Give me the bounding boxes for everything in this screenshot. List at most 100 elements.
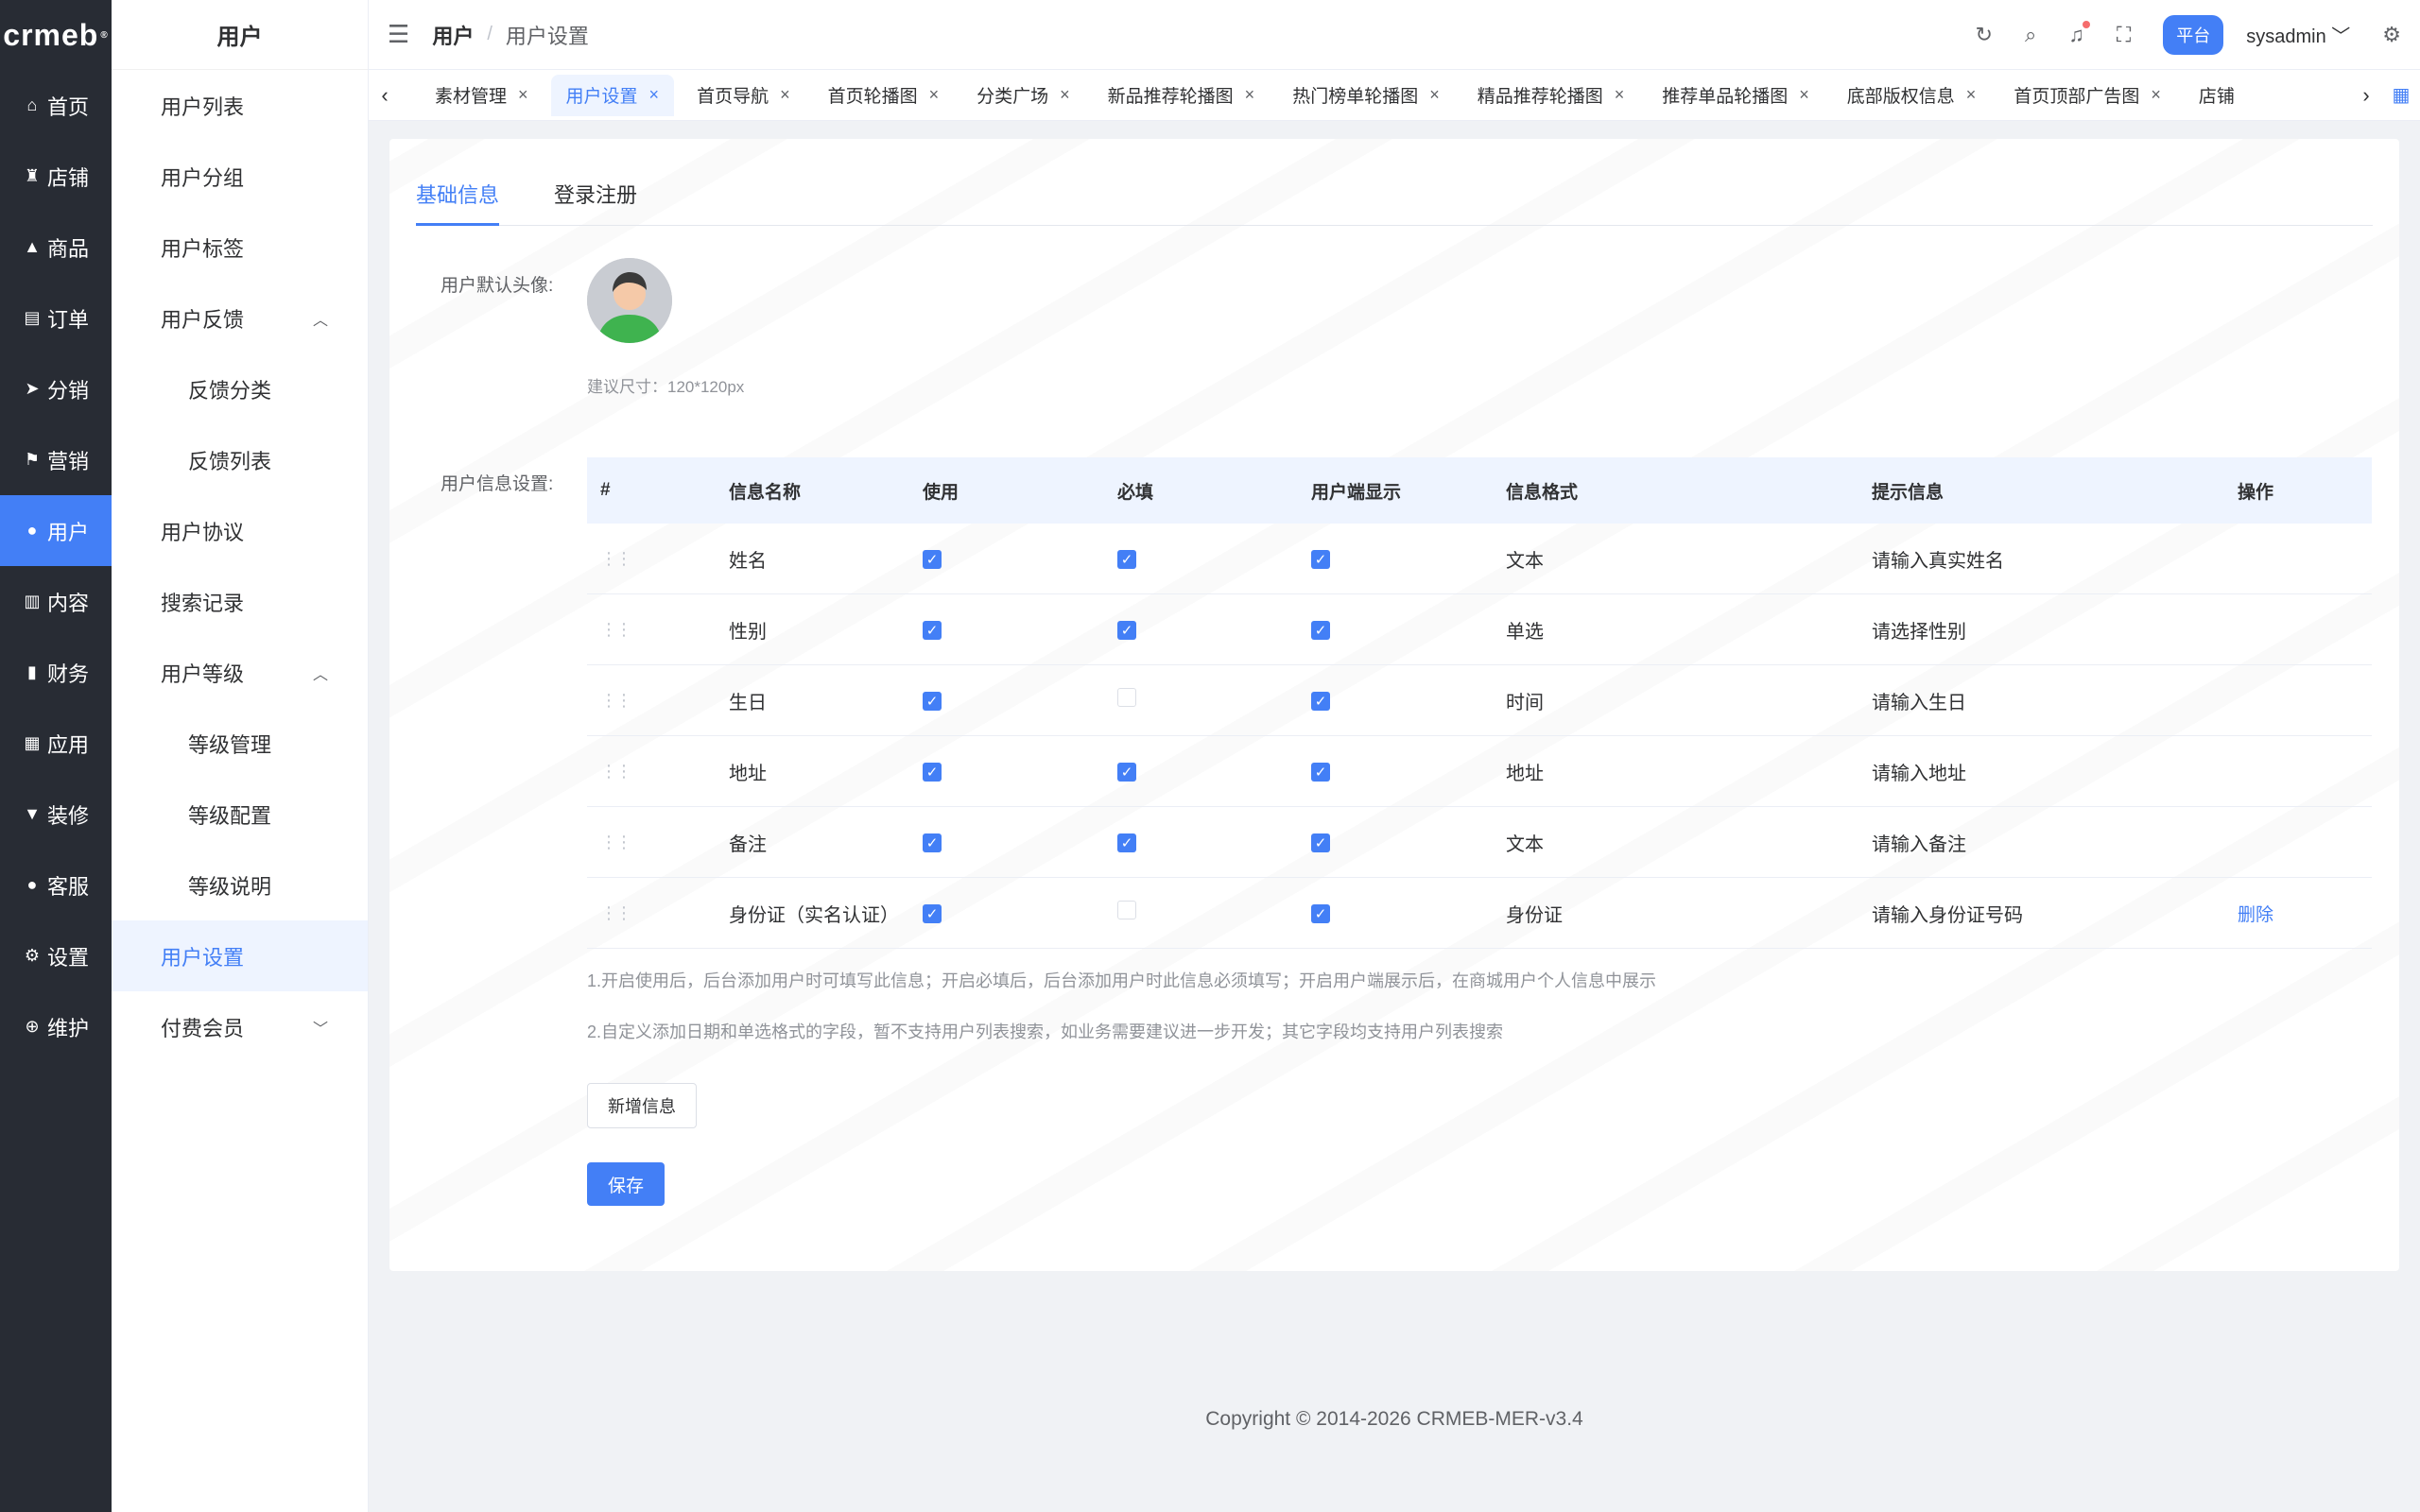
page-tab-11[interactable]: 店铺	[2184, 75, 2250, 116]
rail-item-8[interactable]: ▮ 财务	[0, 637, 112, 708]
close-icon[interactable]: ×	[1429, 85, 1440, 105]
menu-toggle-icon[interactable]: ☰	[388, 20, 409, 49]
rail-item-10[interactable]: ▼ 装修	[0, 779, 112, 850]
required-checkbox[interactable]: ✓	[1117, 620, 1136, 640]
close-icon[interactable]: ×	[1245, 85, 1255, 105]
required-checkbox[interactable]: ✓	[1117, 762, 1136, 782]
rail-item-1[interactable]: ♜ 店铺	[0, 141, 112, 212]
tab-basic-info[interactable]: 基础信息	[416, 179, 500, 226]
show-checkbox[interactable]: ✓	[1311, 549, 1330, 569]
sidebar-item-13[interactable]: 付费会员 ﹀	[112, 991, 368, 1062]
page-tab-10[interactable]: 首页顶部广告图 ×	[1998, 75, 2176, 116]
sidebar-item-2[interactable]: 用户标签	[112, 212, 368, 283]
rail-item-11[interactable]: ● 客服	[0, 850, 112, 920]
close-icon[interactable]: ×	[780, 85, 790, 105]
sidebar-item-6[interactable]: 用户协议	[112, 495, 368, 566]
chevron-icon: ︿	[312, 312, 328, 329]
rail-item-0[interactable]: ⌂ 首页	[0, 70, 112, 141]
rail-item-6[interactable]: ● 用户	[0, 495, 112, 566]
drag-handle-icon[interactable]: ⋮⋮	[600, 691, 632, 710]
close-icon[interactable]: ×	[1966, 85, 1977, 105]
sidebar-item-5[interactable]: 反馈列表	[112, 424, 368, 495]
refresh-icon[interactable]: ↻	[1976, 23, 1993, 47]
page-tab-0[interactable]: 素材管理 ×	[420, 75, 544, 116]
required-checkbox[interactable]	[1117, 688, 1136, 707]
sidebar-item-4[interactable]: 反馈分类	[112, 353, 368, 424]
sidebar-item-10[interactable]: 等级配置	[112, 779, 368, 850]
drag-handle-icon[interactable]: ⋮⋮	[600, 833, 632, 851]
platform-badge[interactable]: 平台	[2163, 14, 2224, 55]
rail-item-13[interactable]: ⊕ 维护	[0, 991, 112, 1062]
sidebar-item-11[interactable]: 等级说明	[112, 850, 368, 920]
sidebar-item-0[interactable]: 用户列表	[112, 70, 368, 141]
brand-logo[interactable]: crmeb ®	[0, 0, 112, 70]
tabs-scroll-left-icon[interactable]: ‹	[369, 83, 401, 108]
bell-icon[interactable]: ♫	[2068, 20, 2090, 47]
close-icon[interactable]: ×	[1799, 85, 1809, 105]
page-tab-8[interactable]: 推荐单品轮播图 ×	[1647, 75, 1824, 116]
close-icon[interactable]: ×	[518, 85, 528, 105]
use-checkbox[interactable]: ✓	[923, 691, 942, 711]
close-icon[interactable]: ×	[1060, 85, 1070, 105]
drag-handle-icon[interactable]: ⋮⋮	[600, 549, 632, 568]
info-hint: 请选择性别	[1872, 621, 1966, 643]
rail-item-7[interactable]: ▥ 内容	[0, 566, 112, 637]
sidebar-item-7[interactable]: 搜索记录	[112, 566, 368, 637]
tabs-scroll-right-icon[interactable]: ›	[2350, 83, 2382, 108]
close-icon[interactable]: ×	[1615, 85, 1625, 105]
show-checkbox[interactable]: ✓	[1311, 620, 1330, 640]
page-tab-4[interactable]: 分类广场 ×	[961, 75, 1085, 116]
delete-link[interactable]: 删除	[2238, 905, 2273, 925]
page-tab-7[interactable]: 精品推荐轮播图 ×	[1462, 75, 1640, 116]
search-icon[interactable]: ⌕	[2025, 23, 2036, 47]
user-menu[interactable]: sysadmin ﹀	[2246, 21, 2350, 48]
use-checkbox[interactable]: ✓	[923, 549, 942, 569]
page-tab-1[interactable]: 用户设置 ×	[550, 74, 675, 116]
rail-item-12[interactable]: ⚙ 设置	[0, 920, 112, 991]
save-button[interactable]: 保存	[587, 1162, 665, 1206]
tab-login-register[interactable]: 登录注册	[554, 179, 637, 226]
rail-item-icon: ⚑	[24, 450, 41, 469]
required-checkbox[interactable]: ✓	[1117, 549, 1136, 569]
page-tab-2[interactable]: 首页导航 ×	[682, 75, 805, 116]
page-tab-5[interactable]: 新品推荐轮播图 ×	[1093, 75, 1270, 116]
rail-item-5[interactable]: ⚑ 营销	[0, 424, 112, 495]
page-tabs-bar: ‹ 素材管理 × 用户设置 × 首页导航 × 首页轮播图 × 分类广场 × 新品推荐轮播图 × 热门榜单…	[369, 70, 2420, 121]
use-checkbox[interactable]: ✓	[923, 903, 942, 923]
rail-item-9[interactable]: ▦ 应用	[0, 708, 112, 779]
add-info-button[interactable]: 新增信息	[587, 1083, 697, 1128]
use-checkbox[interactable]: ✓	[923, 620, 942, 640]
show-checkbox[interactable]: ✓	[1311, 903, 1330, 923]
sidebar-item-1[interactable]: 用户分组	[112, 141, 368, 212]
sidebar-item-label: 等级管理	[188, 732, 272, 757]
close-icon[interactable]: ×	[2151, 85, 2161, 105]
tabs-menu-icon[interactable]: ▦	[2382, 83, 2420, 107]
sidebar-item-9[interactable]: 等级管理	[112, 708, 368, 779]
drag-handle-icon[interactable]: ⋮⋮	[600, 620, 632, 639]
fullscreen-icon[interactable]: ⛶	[2117, 23, 2131, 47]
page-tab-6[interactable]: 热门榜单轮播图 ×	[1277, 75, 1455, 116]
sidebar-item-3[interactable]: 用户反馈 ︿	[112, 283, 368, 353]
rail-item-icon: ▮	[27, 662, 37, 681]
drag-handle-icon[interactable]: ⋮⋮	[600, 762, 632, 781]
show-checkbox[interactable]: ✓	[1311, 762, 1330, 782]
use-checkbox[interactable]: ✓	[923, 833, 942, 852]
sidebar-item-12[interactable]: 用户设置	[112, 920, 368, 991]
required-checkbox[interactable]: ✓	[1117, 833, 1136, 852]
sidebar-item-8[interactable]: 用户等级 ︿	[112, 637, 368, 708]
close-icon[interactable]: ×	[929, 85, 940, 105]
rail-item-2[interactable]: ▲ 商品	[0, 212, 112, 283]
use-checkbox[interactable]: ✓	[923, 762, 942, 782]
drag-handle-icon[interactable]: ⋮⋮	[600, 903, 632, 922]
gear-icon[interactable]: ⚙	[2382, 23, 2401, 47]
page-tab-3[interactable]: 首页轮播图 ×	[813, 75, 955, 116]
breadcrumb-parent[interactable]: 用户	[432, 20, 474, 50]
required-checkbox[interactable]	[1117, 901, 1136, 919]
rail-item-3[interactable]: ▤ 订单	[0, 283, 112, 353]
close-icon[interactable]: ×	[649, 85, 660, 105]
show-checkbox[interactable]: ✓	[1311, 833, 1330, 852]
default-avatar[interactable]	[587, 258, 672, 343]
show-checkbox[interactable]: ✓	[1311, 691, 1330, 711]
rail-item-4[interactable]: ➤ 分销	[0, 353, 112, 424]
page-tab-9[interactable]: 底部版权信息 ×	[1832, 75, 1992, 116]
